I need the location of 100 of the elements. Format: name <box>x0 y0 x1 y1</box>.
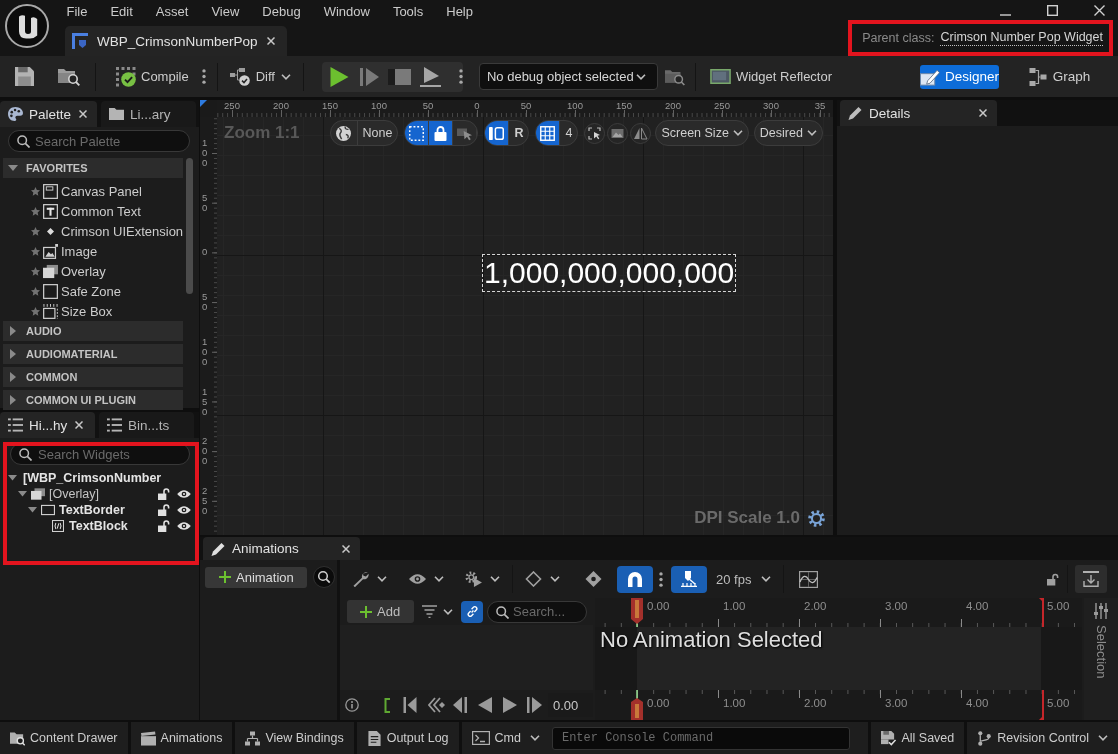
key-diamond-icon[interactable] <box>585 571 602 587</box>
star-icon[interactable] <box>31 246 40 256</box>
palette-item[interactable]: Image <box>61 243 98 259</box>
star-icon[interactable] <box>31 306 40 316</box>
search-field[interactable]: Search Palette <box>8 130 190 152</box>
star-icon[interactable] <box>31 286 40 296</box>
scrollbar-thumb[interactable] <box>186 158 193 294</box>
bracket-icon[interactable] <box>384 697 391 713</box>
panel-tab[interactable]: Li...ary <box>101 101 197 127</box>
settings-icon[interactable] <box>808 509 825 527</box>
cursor-brackets-icon[interactable] <box>584 122 606 144</box>
screen-size-dropdown[interactable]: Screen Size <box>655 120 749 146</box>
close-icon[interactable] <box>79 110 88 118</box>
folder-search-icon[interactable] <box>58 67 80 86</box>
menu-item[interactable]: Edit <box>98 4 145 20</box>
caret-icon[interactable] <box>732 130 743 136</box>
status-bar-button[interactable]: All Saved <box>871 722 965 754</box>
eye-icon[interactable] <box>177 489 191 499</box>
skip-to-start-icon[interactable] <box>403 697 417 713</box>
star-icon[interactable] <box>31 206 40 216</box>
tool-toggle[interactable] <box>485 121 510 145</box>
dock-button[interactable] <box>1075 565 1107 593</box>
palette-item[interactable]: Canvas Panel <box>61 183 142 199</box>
caret-icon[interactable] <box>434 576 444 582</box>
fill-mode-dropdown[interactable]: Desired <box>753 120 823 146</box>
gear-play-icon[interactable] <box>465 571 482 587</box>
maximize-icon[interactable] <box>1047 4 1058 16</box>
snap-toggle[interactable] <box>617 565 653 593</box>
tool-toggle[interactable] <box>429 121 454 145</box>
palette-item[interactable]: Crimson UIExtension <box>61 223 184 239</box>
hierarchy-item[interactable]: [WBP_CrimsonNumber <box>23 471 162 485</box>
unlocked-padlock-icon[interactable] <box>158 504 170 516</box>
link-toggle[interactable] <box>461 600 483 623</box>
app-logo[interactable] <box>5 4 49 48</box>
more-options-icon[interactable] <box>201 69 206 84</box>
hierarchy-item[interactable]: TextBorder <box>59 503 125 517</box>
info-icon[interactable] <box>345 698 359 712</box>
mode-button[interactable]: Graph <box>1017 64 1101 89</box>
expand-arrow-icon[interactable] <box>10 349 16 359</box>
widget-reflector-button[interactable]: Widget Reflector <box>709 69 833 84</box>
close-icon[interactable] <box>342 544 350 553</box>
play-on-bar-icon[interactable] <box>419 66 441 87</box>
eye-icon[interactable] <box>177 521 191 531</box>
eye-icon[interactable] <box>177 505 191 515</box>
more-options-icon[interactable] <box>458 69 463 84</box>
close-icon[interactable] <box>75 421 84 429</box>
caret-icon[interactable] <box>1098 735 1108 741</box>
caret-icon[interactable] <box>377 576 387 582</box>
caret-icon[interactable] <box>550 576 560 582</box>
eye-icon[interactable] <box>409 571 426 587</box>
hierarchy-item[interactable]: [Overlay] <box>49 487 99 501</box>
expand-arrow-icon[interactable] <box>10 372 16 382</box>
close-icon[interactable] <box>1094 4 1105 16</box>
console-type-dropdown[interactable]: Cmd <box>461 722 548 754</box>
hierarchy-item[interactable]: TextBlock <box>69 519 128 533</box>
caret-icon[interactable] <box>761 576 772 582</box>
palette-category[interactable]: COMMON UI PLUGIN <box>3 390 183 410</box>
parent-class-link[interactable]: Crimson Number Pop Widget <box>940 30 1103 47</box>
caret-icon[interactable] <box>635 73 646 80</box>
palette-category[interactable]: AUDIOMATERIAL <box>3 344 183 364</box>
menu-item[interactable]: Asset <box>144 4 200 20</box>
diff-button[interactable]: Diff <box>229 67 291 86</box>
snap-toggle[interactable] <box>671 565 707 593</box>
folder-search-icon[interactable] <box>664 67 685 86</box>
curve-graph-icon[interactable] <box>799 570 819 588</box>
unlocked-padlock-icon[interactable] <box>158 488 170 500</box>
add-track-button[interactable]: Add <box>347 600 414 623</box>
palette-category[interactable]: COMMON <box>3 367 183 387</box>
unlocked-padlock-icon[interactable] <box>1047 572 1059 586</box>
expand-arrow-icon[interactable] <box>8 475 17 481</box>
status-bar-button[interactable]: Animations <box>130 722 233 754</box>
add-animation-button[interactable]: Animation <box>205 566 307 588</box>
mode-button[interactable]: Designer <box>919 64 999 89</box>
star-icon[interactable] <box>31 186 40 196</box>
palette-category[interactable]: AUDIO <box>3 321 183 341</box>
menu-item[interactable]: File <box>55 4 99 20</box>
star-icon[interactable] <box>31 226 40 236</box>
more-options-icon[interactable] <box>659 571 663 587</box>
expand-arrow-icon[interactable] <box>10 395 16 405</box>
status-bar-button[interactable]: Revision Control <box>967 722 1118 754</box>
compile-button[interactable]: Compile <box>116 66 189 87</box>
debug-object-dropdown[interactable]: No debug object selected <box>478 63 658 90</box>
panel-tab[interactable]: Animations <box>203 537 360 560</box>
console-input-field[interactable]: Enter Console Command <box>551 726 850 750</box>
play-icon[interactable] <box>329 66 349 87</box>
chevrons-diamond-icon[interactable] <box>428 697 446 713</box>
expand-arrow-icon[interactable] <box>8 165 18 171</box>
expand-arrow-icon[interactable] <box>10 326 16 336</box>
localization-dropdown[interactable]: None <box>329 120 399 146</box>
menu-item[interactable]: Window <box>312 4 382 20</box>
document-tab[interactable]: WBP_CrimsonNumberPop <box>65 26 287 56</box>
play-reverse-icon[interactable] <box>478 697 492 713</box>
status-bar-button[interactable]: View Bindings <box>235 722 354 754</box>
frame-rate-dropdown[interactable]: 20 fps <box>716 571 772 587</box>
menu-item[interactable]: View <box>199 4 251 20</box>
panel-tab[interactable]: Hi...hy <box>0 412 95 438</box>
save-icon[interactable] <box>15 67 34 86</box>
stop-icon[interactable] <box>387 68 411 85</box>
tool-toggle[interactable] <box>536 121 561 145</box>
caret-icon[interactable] <box>490 576 500 582</box>
